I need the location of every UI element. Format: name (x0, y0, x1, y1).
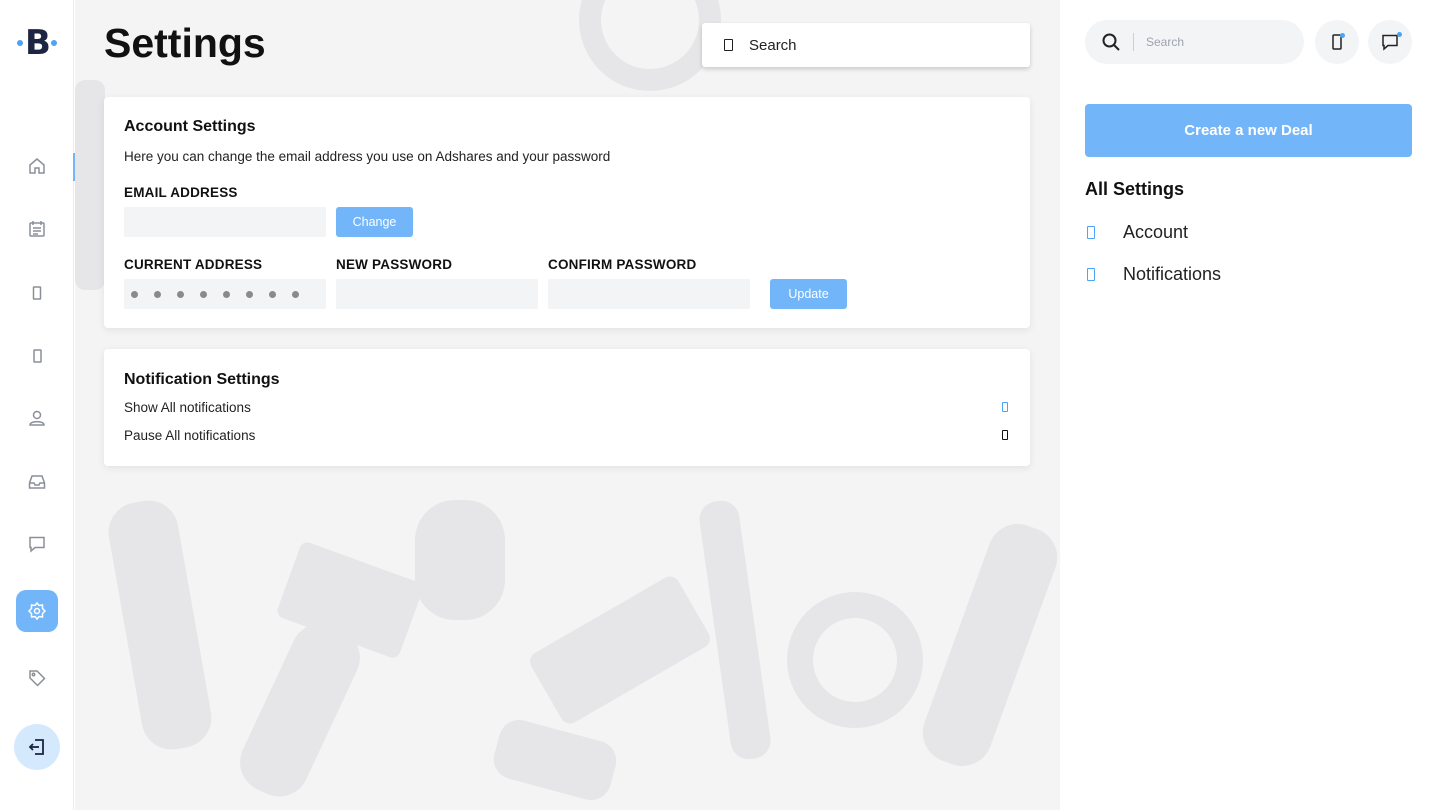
confirm-password-label: CONFIRM PASSWORD (548, 257, 697, 272)
account-icon (1087, 225, 1095, 239)
show-all-notifications-label: Show All notifications (124, 400, 251, 415)
nav-tags[interactable] (16, 657, 58, 699)
nav-home[interactable] (16, 145, 58, 187)
change-email-button[interactable]: Change (336, 207, 413, 237)
brand-logo[interactable]: B (16, 24, 60, 64)
main-search-label: Search (749, 36, 797, 54)
notifications-button[interactable] (1315, 20, 1359, 64)
settings-link-notifications-label: Notifications (1123, 263, 1222, 284)
all-settings-heading: All Settings (1085, 179, 1185, 199)
confirm-password-field[interactable] (548, 279, 750, 309)
new-password-label: NEW PASSWORD (336, 257, 453, 272)
search-icon (1102, 33, 1120, 51)
password-mask (124, 279, 315, 309)
page-title: Settings (104, 20, 266, 66)
settings-link-account[interactable]: Account (1085, 220, 1188, 244)
nav-calendar[interactable] (16, 208, 58, 250)
settings-link-account-label: Account (1123, 221, 1189, 242)
document-icon (32, 286, 42, 300)
main-content: Settings Search Account Settings Here yo… (75, 0, 1060, 810)
account-settings-description: Here you can change the email address yo… (124, 149, 611, 164)
current-address-label: CURRENT ADDRESS (124, 257, 263, 272)
nav-documents[interactable] (16, 272, 58, 314)
notification-settings-title: Notification Settings (124, 371, 280, 388)
email-address-field[interactable] (124, 207, 326, 237)
chat-icon (29, 536, 45, 553)
account-settings-card: Account Settings Here you can change the… (104, 97, 1030, 328)
account-settings-title: Account Settings (124, 118, 256, 135)
logout-icon (28, 739, 44, 755)
nav-profile[interactable] (16, 397, 58, 439)
show-all-notifications-checkbox[interactable] (1002, 402, 1008, 412)
right-panel: Search Create a new Deal All Settings Ac… (1060, 0, 1440, 810)
tag-icon (29, 670, 46, 687)
right-search-box[interactable]: Search (1085, 20, 1304, 64)
right-search-placeholder: Search (1146, 35, 1185, 49)
new-password-field[interactable] (336, 279, 538, 309)
notifications-icon (1087, 267, 1095, 281)
document-icon (33, 349, 42, 363)
notification-badge (1340, 33, 1345, 38)
search-separator (1133, 33, 1134, 51)
notification-settings-card: Notification Settings Show All notificat… (104, 349, 1030, 466)
left-sidebar: B (0, 0, 75, 810)
message-badge (1397, 32, 1402, 37)
nav-messages[interactable] (16, 523, 58, 565)
inbox-icon (28, 475, 46, 489)
logout-button[interactable] (14, 724, 60, 770)
pause-all-notifications-checkbox[interactable] (1002, 430, 1008, 440)
current-password-field[interactable] (124, 279, 326, 309)
logo-letter: B (25, 23, 51, 63)
settings-gear-icon (27, 601, 47, 621)
settings-link-notifications[interactable]: Notifications (1085, 262, 1221, 286)
logo-dot-left (17, 40, 23, 46)
messages-button[interactable] (1368, 20, 1412, 64)
nav-inbox[interactable] (16, 461, 58, 503)
home-icon (29, 158, 45, 174)
nav-reports[interactable] (16, 335, 58, 377)
main-search-box[interactable]: Search (702, 23, 1030, 67)
pause-all-notifications-label: Pause All notifications (124, 428, 256, 443)
user-icon (29, 410, 45, 426)
nav-settings[interactable] (16, 590, 58, 632)
calendar-icon (29, 221, 45, 237)
search-icon (724, 39, 733, 51)
email-address-label: EMAIL ADDRESS (124, 185, 238, 200)
create-new-deal-button[interactable]: Create a new Deal (1085, 104, 1412, 157)
update-password-button[interactable]: Update (770, 279, 847, 309)
logo-dot-right (51, 40, 57, 46)
